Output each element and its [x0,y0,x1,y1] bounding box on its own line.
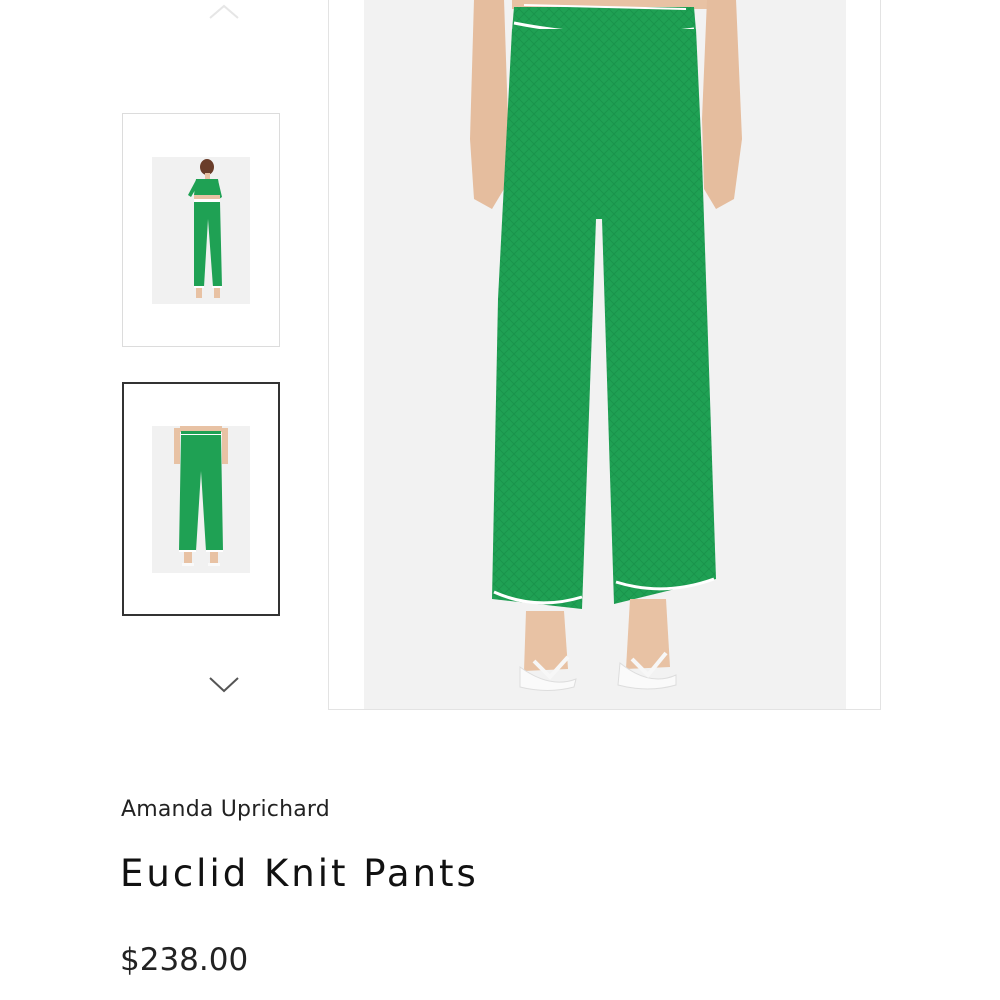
green-knit-pants-image [364,0,846,709]
chevron-up-icon [209,4,239,19]
pants-front-image [152,425,250,573]
gallery-next-button[interactable] [206,674,242,696]
product-title: Euclid Knit Pants [120,852,479,895]
gallery-prev-button[interactable] [206,0,242,22]
thumbnail-image [152,425,250,573]
thumbnail-image [152,156,250,304]
thumbnail-full-outfit[interactable] [122,113,280,347]
thumbnail-pants-front[interactable] [122,382,280,616]
product-price: $238.00 [120,942,249,978]
main-product-image-frame[interactable] [328,0,881,710]
product-brand[interactable]: Amanda Uprichard [121,797,330,822]
model-full-outfit-image [152,156,250,304]
product-page: Amanda Uprichard Euclid Knit Pants $238.… [0,0,1000,1000]
chevron-down-icon [209,677,239,693]
main-product-image [364,0,846,709]
thumbnail-rail [0,0,330,720]
